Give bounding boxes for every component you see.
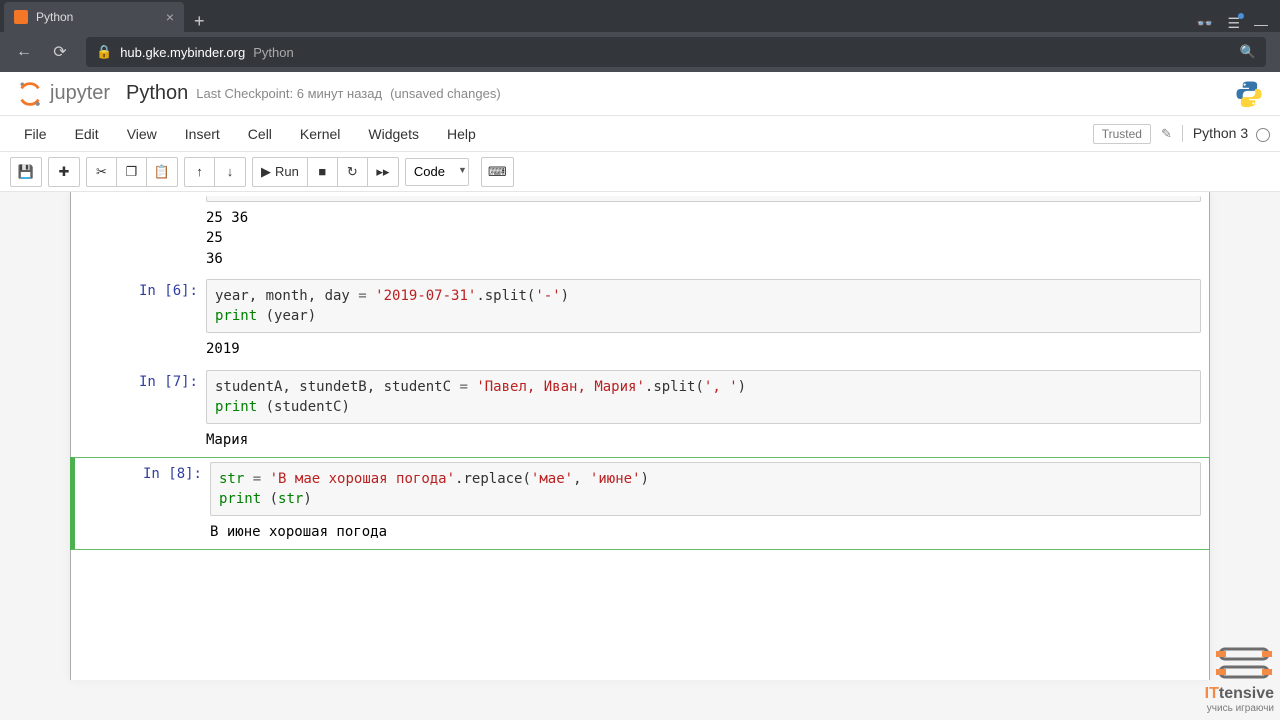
lock-icon: 🔒 xyxy=(96,44,112,60)
toolbar: 💾 ✚ ✂ ❐ 📋 ↑ ↓ ▶ Run ■ ↻ ▸▸ Code ⌨ xyxy=(0,152,1280,192)
insert-cell-button[interactable]: ✚ xyxy=(49,158,79,186)
kernel-idle-icon xyxy=(1256,128,1270,142)
menu-file[interactable]: File xyxy=(10,120,61,148)
unsaved-status: (unsaved changes) xyxy=(390,86,501,101)
menu-cell[interactable]: Cell xyxy=(234,120,286,148)
code-input[interactable]: studentA, stundetB, studentC = 'Павел, И… xyxy=(206,370,1201,425)
cell-output: Мария xyxy=(206,424,256,452)
cell-output: В июне хорошая погода xyxy=(210,516,395,544)
command-palette-button[interactable]: ⌨ xyxy=(482,158,513,186)
python-logo-icon xyxy=(1234,79,1264,109)
run-button[interactable]: ▶ Run xyxy=(253,158,308,186)
cell-prompt: In [6]: xyxy=(71,279,206,334)
url-path: Python xyxy=(253,45,293,60)
cell-prompt: In [7]: xyxy=(71,370,206,425)
jupyter-logo[interactable]: jupyter xyxy=(16,80,110,108)
search-in-page-icon[interactable]: 🔍 xyxy=(1240,44,1256,60)
move-down-button[interactable]: ↓ xyxy=(215,158,245,186)
reload-button[interactable]: ⟳ xyxy=(44,36,76,68)
url-host: hub.gke.mybinder.org xyxy=(120,45,245,60)
cell-type-select[interactable]: Code xyxy=(405,158,469,186)
menu-bar: FileEditViewInsertCellKernelWidgetsHelp … xyxy=(0,116,1280,152)
menu-view[interactable]: View xyxy=(113,120,171,148)
tab-title: Python xyxy=(36,10,73,24)
reader-mode-icon[interactable]: 👓 xyxy=(1196,15,1213,32)
watermark-logo: ITtensive учись играючи xyxy=(1205,645,1274,714)
kernel-indicator[interactable]: Python 3 xyxy=(1182,125,1270,141)
move-up-button[interactable]: ↑ xyxy=(185,158,215,186)
restart-run-all-button[interactable]: ▸▸ xyxy=(368,158,398,186)
menu-insert[interactable]: Insert xyxy=(171,120,234,148)
notebook-cell[interactable]: In [7]:studentA, stundetB, studentC = 'П… xyxy=(71,366,1209,457)
code-input[interactable]: year, month, day = '2019-07-31'.split('-… xyxy=(206,279,1201,334)
notebook-cell[interactable]: In [8]:str = 'В мае хорошая погода'.repl… xyxy=(70,457,1210,550)
browser-nav-bar: ← ⟳ 🔒 hub.gke.mybinder.org Python 🔍 xyxy=(0,32,1280,72)
jupyter-logo-icon xyxy=(16,80,44,108)
cell-prompt: In [8]: xyxy=(75,462,210,517)
copy-button[interactable]: ❐ xyxy=(117,158,147,186)
cell-prompt xyxy=(71,196,206,202)
checkpoint-status: Last Checkpoint: 6 минут назад xyxy=(196,86,382,101)
menu-widgets[interactable]: Widgets xyxy=(354,120,433,148)
browser-menu-icon[interactable]: ☰ xyxy=(1227,15,1240,32)
url-bar[interactable]: 🔒 hub.gke.mybinder.org Python 🔍 xyxy=(86,37,1266,67)
jupyter-favicon xyxy=(14,10,28,24)
minimize-icon[interactable]: — xyxy=(1254,16,1268,32)
cut-button[interactable]: ✂ xyxy=(87,158,117,186)
restart-button[interactable]: ↻ xyxy=(338,158,368,186)
cell-output: 2019 xyxy=(206,333,248,361)
interrupt-button[interactable]: ■ xyxy=(308,158,338,186)
browser-tab[interactable]: Python × xyxy=(4,2,184,32)
notebook-container: 25 36 25 36In [6]:year, month, day = '20… xyxy=(70,192,1210,680)
menu-edit[interactable]: Edit xyxy=(61,120,113,148)
back-button[interactable]: ← xyxy=(8,36,40,68)
paste-button[interactable]: 📋 xyxy=(147,158,177,186)
jupyter-logo-text: jupyter xyxy=(50,82,110,105)
menu-kernel[interactable]: Kernel xyxy=(286,120,354,148)
edit-icon[interactable]: ✎ xyxy=(1161,126,1172,142)
code-input[interactable]: str = 'В мае хорошая погода'.replace('ма… xyxy=(210,462,1201,517)
trusted-badge[interactable]: Trusted xyxy=(1093,124,1151,144)
code-input[interactable] xyxy=(206,196,1201,202)
jupyter-header: jupyter Python Last Checkpoint: 6 минут … xyxy=(0,72,1280,116)
new-tab-button[interactable]: + xyxy=(184,11,215,32)
menu-help[interactable]: Help xyxy=(433,120,490,148)
browser-tab-bar: Python × + 👓 ☰ — xyxy=(0,0,1280,32)
cell-output: 25 36 25 36 xyxy=(206,202,256,271)
close-tab-icon[interactable]: × xyxy=(166,9,174,25)
notebook-cell[interactable]: 25 36 25 36 xyxy=(71,192,1209,275)
save-button[interactable]: 💾 xyxy=(11,158,41,186)
notebook-cell[interactable]: In [6]:year, month, day = '2019-07-31'.s… xyxy=(71,275,1209,366)
notebook-name[interactable]: Python xyxy=(126,82,188,105)
notebook-scroll-area[interactable]: 25 36 25 36In [6]:year, month, day = '20… xyxy=(0,192,1280,720)
